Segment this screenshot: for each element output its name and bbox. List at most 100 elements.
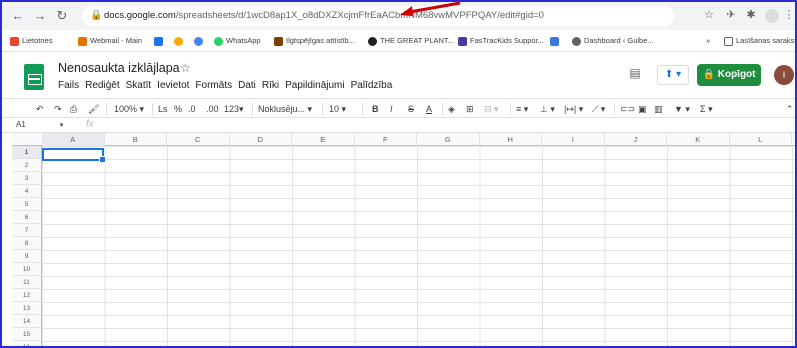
bookmark-whatsapp[interactable]: WhatsApp	[214, 35, 261, 47]
insert-comment-icon[interactable]: ▣	[638, 102, 647, 116]
reading-list[interactable]: Lasīšanas saraksts	[724, 35, 795, 47]
back-icon[interactable]: ←	[10, 8, 26, 24]
menu-help[interactable]: Palīdzība	[351, 80, 393, 91]
menu-tools[interactable]: Rīki	[262, 80, 279, 91]
text-rotation-icon[interactable]: ⟋ ▾	[592, 102, 605, 116]
extensions-puzzle-icon[interactable]: ✱	[744, 8, 758, 22]
bold-button[interactable]: B	[372, 102, 379, 116]
menu-addons[interactable]: Papildinājumi	[285, 80, 344, 91]
bookmark-fastrackids[interactable]: FasTracKids Suppor...	[458, 35, 544, 47]
site-icon	[458, 36, 467, 46]
row-header[interactable]: 8	[12, 237, 42, 250]
column-header[interactable]: H	[480, 133, 542, 146]
row-header[interactable]: 6	[12, 211, 42, 224]
strikethrough-button[interactable]: S	[408, 102, 414, 116]
column-header[interactable]: E	[292, 133, 355, 146]
row-header[interactable]: 16	[12, 341, 42, 346]
cell-area[interactable]	[42, 146, 795, 346]
forward-icon[interactable]: →	[32, 8, 48, 24]
zoom-select[interactable]: 100% ▾	[114, 102, 144, 116]
filter-icon[interactable]: ▼ ▾	[674, 102, 690, 116]
print-icon[interactable]: ⎙	[70, 102, 77, 116]
vertical-align-icon[interactable]: ⊥ ▾	[540, 102, 555, 116]
row-header[interactable]: 13	[12, 302, 42, 315]
font-select[interactable]: Noklusēju... ▾	[258, 102, 312, 116]
row-header[interactable]: 4	[12, 185, 42, 198]
paint-format-icon[interactable]: 🖌	[88, 102, 99, 116]
fill-color-icon[interactable]: ◈	[448, 102, 455, 116]
row-header[interactable]: 7	[12, 224, 42, 237]
column-header[interactable]: D	[230, 133, 292, 146]
bookmark-great-plant[interactable]: THE GREAT PLANT...	[368, 35, 454, 47]
row-header[interactable]: 11	[12, 276, 42, 289]
bookmark-icon-only-2[interactable]	[174, 35, 186, 47]
browser-menu-icon[interactable]: ⋮	[782, 8, 795, 22]
star-icon[interactable]: ☆	[180, 61, 191, 75]
bookmark-star-icon[interactable]: ☆	[702, 8, 716, 22]
insert-link-icon[interactable]: ⊂⊃	[620, 102, 635, 116]
more-formats-button[interactable]: 123▾	[224, 102, 244, 116]
reload-icon[interactable]: ↻	[54, 8, 70, 24]
column-header[interactable]: F	[355, 133, 417, 146]
extension-pin-icon[interactable]: ✈	[724, 8, 738, 22]
undo-icon[interactable]: ↶	[36, 102, 44, 116]
comments-icon[interactable]: ▤	[626, 66, 644, 82]
menu-view[interactable]: Skatīt	[126, 80, 152, 91]
font-size-select[interactable]: 10 ▾	[329, 102, 346, 116]
bookmark-webmail[interactable]: Webmail - Main	[78, 35, 142, 47]
column-header[interactable]: I	[542, 133, 605, 146]
name-box[interactable]: A1 ▾	[16, 120, 63, 129]
sheets-logo-icon[interactable]	[24, 64, 44, 90]
column-header[interactable]: B	[105, 133, 167, 146]
menu-file[interactable]: Fails	[58, 80, 79, 91]
row-header[interactable]: 5	[12, 198, 42, 211]
percent-format-button[interactable]: %	[174, 102, 182, 116]
row-header[interactable]: 1	[12, 146, 42, 159]
menu-edit[interactable]: Rediģēt	[85, 80, 119, 91]
merge-cells-icon[interactable]: ⊟ ▾	[484, 102, 499, 116]
bookmark-icon-only-1[interactable]	[154, 35, 166, 47]
avatar[interactable]: I	[774, 65, 794, 85]
share-button[interactable]: 🔒 Kopīgot	[697, 64, 761, 86]
document-title[interactable]: Nenosaukta izklājlapa	[58, 61, 180, 75]
column-header[interactable]: A	[42, 133, 105, 146]
functions-icon[interactable]: Σ ▾	[700, 102, 713, 116]
increase-decimal-button[interactable]: .00	[206, 102, 219, 116]
bookmark-ilgtspejigas[interactable]: Ilgtspējīgas attīstīb...	[274, 35, 355, 47]
currency-format-button[interactable]: Ls	[158, 102, 168, 116]
column-header[interactable]: J	[605, 133, 667, 146]
italic-button[interactable]: I	[390, 102, 393, 116]
text-color-button[interactable]: A	[426, 102, 432, 116]
browser-profile-icon[interactable]	[765, 9, 779, 23]
bookmarks-more[interactable]: »	[706, 35, 710, 47]
bookmark-icon-only-3[interactable]	[194, 35, 206, 47]
omnibox[interactable]: 🔒 docs.google.com/spreadsheets/d/1wcD8ap…	[82, 6, 674, 26]
bookmark-dashboard[interactable]: Dashboard ‹ Gulbe...	[572, 35, 654, 47]
insert-chart-icon[interactable]: ▥	[654, 102, 663, 116]
horizontal-align-icon[interactable]: ≡ ▾	[516, 102, 528, 116]
menu-format[interactable]: Formāts	[195, 80, 232, 91]
present-button[interactable]: ⬆ ▾	[657, 65, 689, 85]
menu-insert[interactable]: Ievietot	[157, 80, 189, 91]
row-header[interactable]: 9	[12, 250, 42, 263]
text-wrapping-icon[interactable]: |↦| ▾	[564, 102, 583, 116]
selected-cell[interactable]	[42, 148, 106, 163]
collapse-toolbar-icon[interactable]: ⌃	[786, 102, 794, 116]
column-header[interactable]: G	[417, 133, 480, 146]
menu-data[interactable]: Dati	[238, 80, 256, 91]
row-header[interactable]: 12	[12, 289, 42, 302]
bookmark-icon-only-4[interactable]	[550, 35, 562, 47]
row-header[interactable]: 15	[12, 328, 42, 341]
row-header[interactable]: 10	[12, 263, 42, 276]
column-header[interactable]: L	[730, 133, 792, 146]
row-header[interactable]: 14	[12, 315, 42, 328]
bookmark-apps[interactable]: Lietotnes	[10, 35, 52, 47]
column-header[interactable]: K	[667, 133, 730, 146]
row-header[interactable]: 2	[12, 159, 42, 172]
url-text[interactable]: docs.google.com/spreadsheets/d/1wcD8ap1X…	[104, 10, 544, 21]
borders-icon[interactable]: ⊞	[466, 102, 474, 116]
redo-icon[interactable]: ↷	[54, 102, 62, 116]
row-header[interactable]: 3	[12, 172, 42, 185]
column-header[interactable]: C	[167, 133, 230, 146]
decrease-decimal-button[interactable]: .0	[188, 102, 196, 116]
